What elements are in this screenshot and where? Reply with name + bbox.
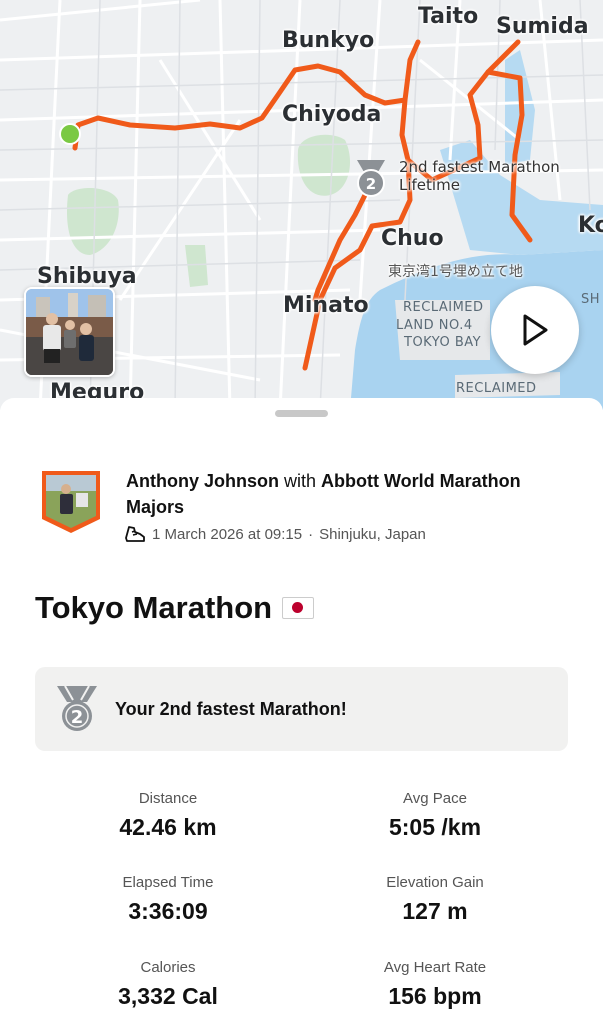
map-label-minato: Minato <box>283 293 369 318</box>
stat-value: 42.46 km <box>119 814 217 840</box>
map-label-land-no4: LAND NO.4 <box>396 318 473 333</box>
stat-value: 156 bpm <box>388 983 482 1009</box>
activity-title[interactable]: Tokyo Marathon <box>35 590 315 626</box>
map-label-taito: Taito <box>418 4 479 29</box>
athlete-line: Anthony Johnson with Abbott World Marath… <box>126 468 566 520</box>
running-shoe-icon <box>125 526 145 542</box>
activity-title-text: Tokyo Marathon <box>35 590 273 625</box>
map-label-chiyoda: Chiyoda <box>282 102 382 127</box>
activity-location: Shinjuku, Japan <box>319 525 426 543</box>
stat-label: Elevation Gain <box>386 874 484 891</box>
stat-value: 3,332 Cal <box>118 983 218 1009</box>
stat-value: 3:36:09 <box>128 898 208 924</box>
with-text: with <box>284 471 317 491</box>
activity-meta: 1 March 2026 at 09:15 · Shinjuku, Japan <box>124 524 426 544</box>
activity-photo-thumbnail[interactable] <box>24 287 115 377</box>
play-flyover-button[interactable] <box>491 286 579 374</box>
second-place-medal-icon: 2 <box>57 685 97 731</box>
medal-marker-icon[interactable]: 2 <box>352 158 390 198</box>
stat-calories: Calories 3,332 Cal <box>38 959 298 1010</box>
map-label-bunkyo: Bunkyo <box>282 28 375 53</box>
activity-date-time: 1 March 2026 at 09:15 <box>152 525 303 543</box>
stat-elevation-gain: Elevation Gain 127 m <box>305 874 565 925</box>
map-label-ko: Ko <box>578 213 603 238</box>
map-label-shibuya: Shibuya <box>37 264 137 289</box>
map-label-sh: SH <box>581 292 601 307</box>
stat-value: 5:05 /km <box>388 814 482 840</box>
achievement-card[interactable]: 2 Your 2nd fastest Marathon! <box>35 667 568 751</box>
japan-flag-icon <box>282 597 315 619</box>
stat-avg-pace: Avg Pace 5:05 /km <box>305 790 565 841</box>
athlete-name[interactable]: Anthony Johnson <box>126 471 279 491</box>
route-map[interactable]: 2 2nd fastest Marathon Lifetime Taito Su… <box>0 0 603 410</box>
svg-text:2: 2 <box>71 707 84 728</box>
stat-label: Calories <box>140 959 196 976</box>
map-achievement-label: 2nd fastest Marathon Lifetime <box>399 158 560 194</box>
meta-separator: · <box>308 525 314 543</box>
activity-details-sheet: Anthony Johnson with Abbott World Marath… <box>0 398 603 1024</box>
stat-label: Distance <box>138 790 198 807</box>
svg-text:2: 2 <box>366 175 376 193</box>
map-label-sumida: Sumida <box>496 14 589 39</box>
map-label-tokyo-bay: TOKYO BAY <box>404 335 482 350</box>
sheet-drag-handle[interactable] <box>275 410 328 417</box>
stat-label: Elapsed Time <box>122 874 214 891</box>
stat-value: 127 m <box>402 898 468 924</box>
stat-label: Avg Pace <box>403 790 467 807</box>
club-avatar[interactable] <box>40 469 102 535</box>
stat-elapsed-time: Elapsed Time 3:36:09 <box>38 874 298 925</box>
play-icon <box>523 314 548 346</box>
stat-distance: Distance 42.46 km <box>38 790 298 841</box>
stat-label: Avg Heart Rate <box>383 959 487 976</box>
map-label-reclaimed-2: RECLAIMED <box>456 381 537 396</box>
map-label-japanese: 東京湾1号埋め立て地 <box>388 264 523 280</box>
stat-avg-heart-rate: Avg Heart Rate 156 bpm <box>305 959 565 1010</box>
map-label-chuo: Chuo <box>381 226 444 251</box>
map-label-reclaimed: RECLAIMED <box>403 300 484 315</box>
achievement-text: Your 2nd fastest Marathon! <box>115 698 347 719</box>
